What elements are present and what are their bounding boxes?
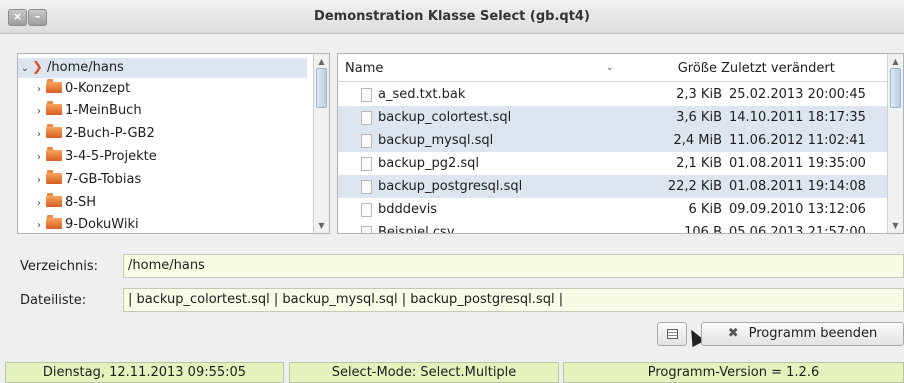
file-name: a_sed.txt.bak xyxy=(378,87,466,102)
tree-item-label: 3-4-5-Projekte xyxy=(65,149,157,164)
folder-icon xyxy=(46,170,62,184)
file-date: 25.02.2013 20:00:45 xyxy=(729,87,866,102)
file-size: 3,6 KiB xyxy=(676,110,722,125)
chevron-right-icon[interactable]: › xyxy=(32,148,46,168)
file-size: 2,3 KiB xyxy=(676,87,722,102)
tree-item[interactable]: › 9-DokuWiki xyxy=(32,215,139,233)
scrollbar-thumb[interactable] xyxy=(316,68,327,108)
file-size: 22,2 KiB xyxy=(667,179,722,194)
file-icon xyxy=(361,180,372,194)
chevron-down-icon[interactable]: ⌄ xyxy=(18,59,32,79)
filelist-label: Dateiliste: xyxy=(20,293,87,308)
folder-icon xyxy=(46,124,62,138)
quit-button[interactable]: ✖ Programm beenden xyxy=(701,322,904,346)
file-icon xyxy=(361,134,372,148)
file-icon xyxy=(361,88,372,102)
folder-icon xyxy=(46,79,62,93)
tree-item-label: 1-MeinBuch xyxy=(65,103,142,118)
file-date: 01.08.2011 19:14:08 xyxy=(729,179,866,194)
column-header-name[interactable]: Name xyxy=(345,61,383,76)
tree-item-label: 8-SH xyxy=(65,195,96,210)
file-date: 05.06.2013 21:57:00 xyxy=(729,225,866,234)
file-date: 01.08.2011 19:35:00 xyxy=(729,156,866,171)
tree-item-label: 0-Konzept xyxy=(65,81,131,96)
chevron-right-icon[interactable]: › xyxy=(32,171,46,191)
tree-item-label: /home/hans xyxy=(47,60,124,75)
file-name: backup_pg2.sql xyxy=(378,156,480,171)
scroll-up-icon[interactable]: ▲ xyxy=(889,55,902,68)
tree-item[interactable]: › 8-SH xyxy=(32,193,96,213)
status-datetime: Dienstag, 12.11.2013 09:55:05 xyxy=(5,362,284,383)
file-row[interactable]: backup_colortest.sql 3,6 KiB 14.10.2011 18… xyxy=(338,106,889,129)
file-size: 6 KiB xyxy=(688,202,722,217)
list-view-icon xyxy=(667,329,678,339)
file-list-header: Name ⌄ Größe Zuletzt verändert xyxy=(338,54,889,82)
file-name: bdddevis xyxy=(378,202,438,217)
sort-chevron-icon[interactable]: ⌄ xyxy=(606,63,614,73)
chevron-right-icon[interactable]: › xyxy=(32,216,46,233)
tree-item[interactable]: › 7-GB-Tobias xyxy=(32,170,141,190)
file-row[interactable]: Beispiel.csv 106 B 05.06.2013 21:57:00 xyxy=(338,221,889,234)
window-title: Demonstration Klasse Select (gb.qt4) xyxy=(314,9,590,24)
scroll-up-icon[interactable]: ▲ xyxy=(315,55,328,68)
file-icon xyxy=(361,111,372,125)
file-name: backup_postgresql.sql xyxy=(378,179,523,194)
status-version: Programm-Version = 1.2.6 xyxy=(563,362,904,383)
file-name: backup_colortest.sql xyxy=(378,110,512,125)
tree-item-root[interactable]: ⌄ ❯ /home/hans xyxy=(18,58,307,78)
filelist-field[interactable]: | backup_colortest.sql | backup_mysql.sq… xyxy=(123,288,904,312)
file-name: Beispiel.csv xyxy=(378,225,455,234)
directory-label: Verzeichnis: xyxy=(20,259,99,274)
scroll-down-icon[interactable]: ▼ xyxy=(889,219,902,232)
file-name: backup_mysql.sql xyxy=(378,133,494,148)
chevron-right-icon[interactable]: › xyxy=(32,125,46,145)
tree-item-label: 7-GB-Tobias xyxy=(65,172,142,187)
status-select-mode: Select-Mode: Select.Multiple xyxy=(289,362,559,383)
folder-icon xyxy=(46,147,62,161)
tree-item-label: 9-DokuWiki xyxy=(65,217,139,232)
file-icon xyxy=(361,157,372,171)
files-scrollbar[interactable]: ▲ ▼ xyxy=(887,54,903,233)
file-date: 11.06.2012 11:02:41 xyxy=(729,133,866,148)
file-list[interactable]: Name ⌄ Größe Zuletzt verändert a_sed.txt… xyxy=(337,53,904,234)
window-titlebar: × – Demonstration Klasse Select (gb.qt4) xyxy=(0,0,904,34)
home-folder-icon: ❯ xyxy=(32,60,43,75)
file-size: 2,1 KiB xyxy=(676,156,722,171)
chevron-right-icon[interactable]: › xyxy=(32,80,46,100)
column-header-size[interactable]: Größe xyxy=(678,61,717,76)
directory-field[interactable]: /home/hans xyxy=(123,254,904,278)
folder-icon xyxy=(46,101,62,115)
view-toggle-button[interactable] xyxy=(657,322,687,346)
file-icon xyxy=(361,226,372,233)
file-row[interactable]: a_sed.txt.bak 2,3 KiB 25.02.2013 20:00:45 xyxy=(338,83,889,106)
file-date: 09.09.2010 13:12:06 xyxy=(729,202,866,217)
tree-item[interactable]: › 3-4-5-Projekte xyxy=(32,147,157,167)
chevron-right-icon[interactable]: › xyxy=(32,194,46,214)
tree-item[interactable]: › 1-MeinBuch xyxy=(32,101,142,121)
tree-item-label: 2-Buch-P-GB2 xyxy=(65,126,155,141)
scroll-down-icon[interactable]: ▼ xyxy=(315,219,328,232)
file-row[interactable]: backup_mysql.sql 2,4 MiB 11.06.2012 11:02:… xyxy=(338,129,889,152)
tree-item[interactable]: › 2-Buch-P-GB2 xyxy=(32,124,155,144)
scrollbar-thumb[interactable] xyxy=(890,68,901,108)
close-icon: ✖ xyxy=(727,326,739,341)
file-row[interactable]: backup_postgresql.sql 22,2 KiB 01.08.2011 … xyxy=(338,175,889,198)
chevron-right-icon[interactable]: › xyxy=(32,102,46,122)
tree-item[interactable]: › 0-Konzept xyxy=(32,79,130,99)
file-size: 106 B xyxy=(684,225,722,234)
file-row[interactable]: backup_pg2.sql 2,1 KiB 01.08.2011 19:35:00 xyxy=(338,152,889,175)
quit-button-label: Programm beenden xyxy=(748,326,878,341)
file-icon xyxy=(361,203,372,217)
column-header-date[interactable]: Zuletzt verändert xyxy=(721,61,835,76)
folder-icon xyxy=(46,215,62,229)
folder-icon xyxy=(46,193,62,207)
file-date: 14.10.2011 18:17:35 xyxy=(729,110,866,125)
directory-tree[interactable]: ⌄ ❯ /home/hans › 0-Konzept › 1-MeinBuch › 2-B… xyxy=(17,53,330,234)
file-size: 2,4 MiB xyxy=(673,133,722,148)
tree-scrollbar[interactable]: ▲ ▼ xyxy=(313,54,329,233)
file-row[interactable]: bdddevis 6 KiB 09.09.2010 13:12:06 xyxy=(338,198,889,221)
